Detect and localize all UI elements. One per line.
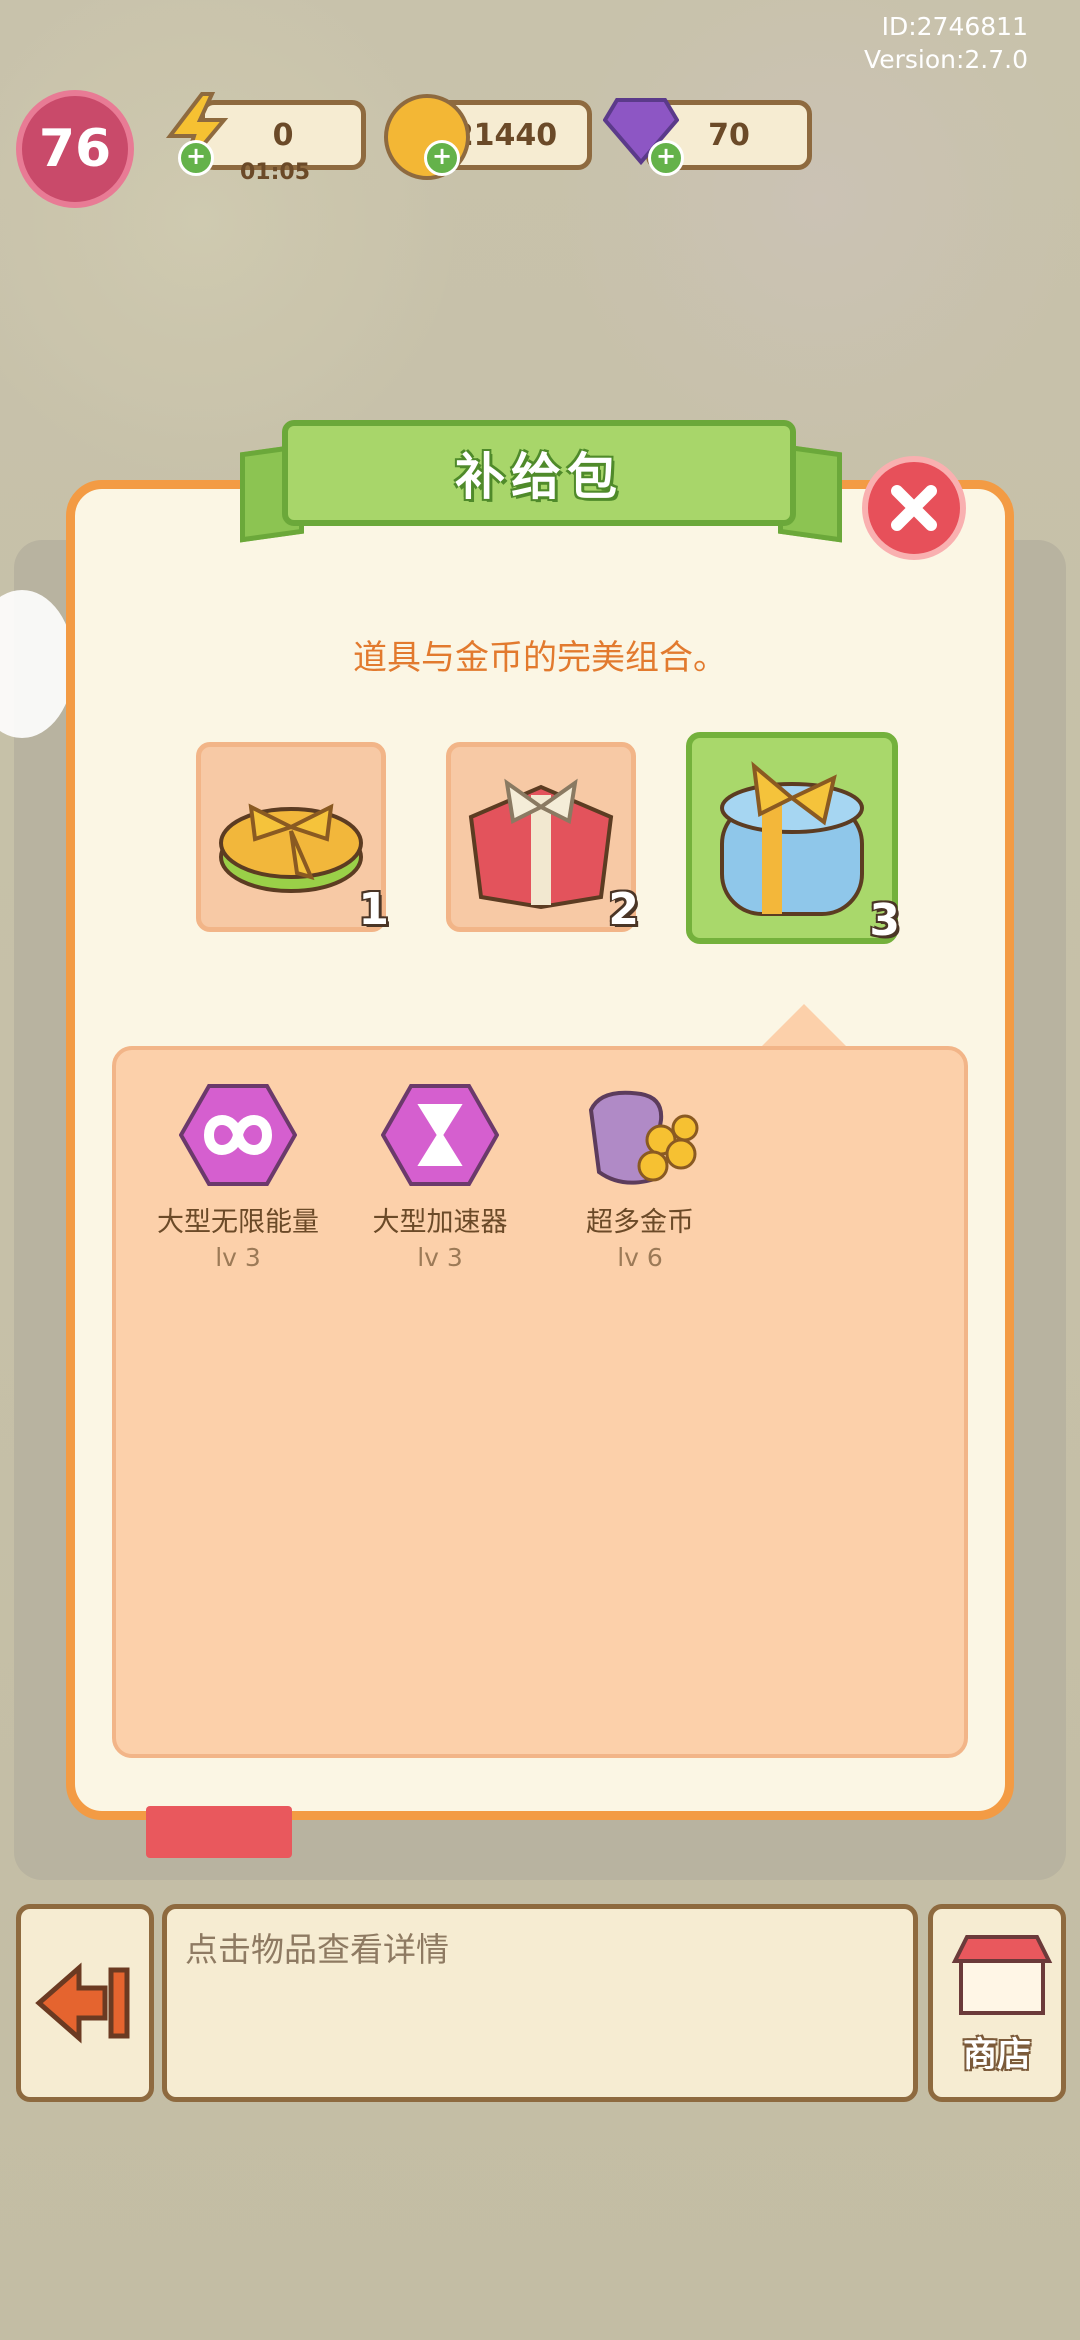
infinity-energy-icon xyxy=(178,1084,298,1186)
gem-plus-icon[interactable]: + xyxy=(648,140,684,176)
shop-awning-icon xyxy=(951,1935,1053,2015)
player-id: ID:2746811 xyxy=(881,12,1028,41)
red-gift-icon xyxy=(468,778,614,910)
close-button[interactable] xyxy=(862,456,966,560)
pack-number: 3 xyxy=(869,895,900,946)
content-item-booster[interactable]: 大型加速器 lv 3 xyxy=(350,1080,530,1272)
coin-plus-icon[interactable]: + xyxy=(424,140,460,176)
energy-timer: 01:05 xyxy=(240,160,311,185)
close-icon xyxy=(891,485,937,531)
level-value: 76 xyxy=(38,119,112,179)
content-item-coin-bag[interactable]: 超多金币 lv 6 xyxy=(550,1080,730,1272)
item-name: 大型加速器 xyxy=(372,1207,508,1238)
item-name: 大型无限能量 xyxy=(157,1207,319,1238)
info-hint: 点击物品查看详情 xyxy=(185,1930,449,1969)
item-name: 超多金币 xyxy=(586,1207,694,1238)
hourglass-booster-icon xyxy=(380,1084,500,1186)
popup-subtitle: 道具与金币的完美组合。 xyxy=(353,638,727,678)
popup-title: 补给包 xyxy=(455,448,623,506)
pack-number: 1 xyxy=(358,884,389,935)
exit-icon xyxy=(35,1962,130,2044)
energy-value: 0 xyxy=(272,117,294,153)
pack-option-3-selected[interactable]: 3 xyxy=(686,732,900,946)
level-badge[interactable]: 76 xyxy=(16,90,134,208)
coin-bag-icon xyxy=(588,1090,699,1185)
content-item-infinity-energy[interactable]: 大型无限能量 lv 3 xyxy=(148,1080,328,1272)
blue-gift-icon xyxy=(720,761,864,916)
energy-plus-icon[interactable]: + xyxy=(178,140,214,176)
exit-button[interactable] xyxy=(16,1904,154,2102)
detail-pointer xyxy=(758,1004,850,1050)
item-info-box: 点击物品查看详情 xyxy=(162,1904,918,2102)
pack-number: 2 xyxy=(608,884,639,935)
popup-bookmark-ribbon xyxy=(146,1806,292,1858)
pack-option-2[interactable]: 2 xyxy=(446,742,639,935)
shop-label: 商店 xyxy=(963,2035,1031,2075)
build-info: ID:2746811 Version:2.7.0 xyxy=(864,10,1028,76)
green-gift-icon xyxy=(219,803,363,893)
item-level: lv 3 xyxy=(417,1243,463,1272)
pack-option-1[interactable]: 1 xyxy=(196,742,389,935)
shop-button[interactable]: 商店 xyxy=(928,1904,1066,2102)
version-label: Version:2.7.0 xyxy=(864,45,1028,74)
gem-value: 70 xyxy=(708,117,750,153)
item-level: lv 3 xyxy=(215,1243,261,1272)
item-level: lv 6 xyxy=(617,1243,663,1272)
popup-title-banner: 补给包 xyxy=(282,420,796,526)
